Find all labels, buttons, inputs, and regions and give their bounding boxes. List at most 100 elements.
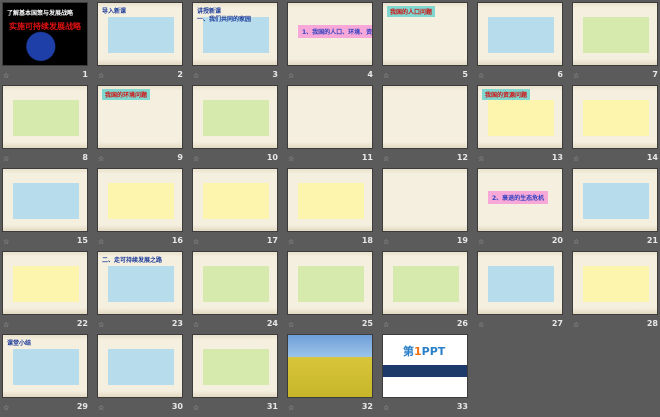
slide-cell: ☆ 7 <box>572 2 660 85</box>
slide-cell: ☆ 26 <box>382 251 477 334</box>
slide-thumbnail[interactable] <box>192 251 278 315</box>
slide-transition-star-icon[interactable]: ☆ <box>288 321 294 329</box>
slide-title: 1、我国的人口、环境、资源问题 <box>298 25 372 38</box>
slide-title: 导入新课 <box>102 8 127 15</box>
slide-thumbnail[interactable] <box>2 168 88 232</box>
slide-transition-star-icon[interactable]: ☆ <box>193 238 199 246</box>
slide-thumbnail[interactable] <box>97 168 183 232</box>
slide-sorter-grid: 了解基本国策与发展战略 实施可持续发展战略 ☆ 1 导入新课 ☆ 2 一、我们共同的家园 讲授新… <box>2 2 660 417</box>
slide-thumbnail[interactable] <box>287 168 373 232</box>
slide-number: 15 <box>76 236 88 245</box>
content-block <box>13 100 79 136</box>
slide-title: 我国的资源问题 <box>482 89 531 100</box>
slide-transition-star-icon[interactable]: ☆ <box>98 238 104 246</box>
slide-cell: ☆ 24 <box>192 251 287 334</box>
slide-cell: ☆ 15 <box>2 168 97 251</box>
slide-transition-star-icon[interactable]: ☆ <box>383 404 389 412</box>
slide-transition-star-icon[interactable]: ☆ <box>98 404 104 412</box>
slide-thumbnail[interactable]: 一、我们共同的家园 讲授新课 <box>192 2 278 66</box>
slide-transition-star-icon[interactable]: ☆ <box>478 155 484 163</box>
slide-thumbnail[interactable]: 第1PPT <box>382 334 468 398</box>
slide-number: 22 <box>76 319 88 328</box>
slide-transition-star-icon[interactable]: ☆ <box>3 404 9 412</box>
slide-thumbnail[interactable] <box>287 85 373 149</box>
slide-number: 16 <box>171 236 183 245</box>
slide-number: 24 <box>266 319 278 328</box>
slide-title: 课堂小结 <box>7 340 32 347</box>
content-block <box>393 266 459 302</box>
slide-thumbnail[interactable] <box>382 85 468 149</box>
slide-transition-star-icon[interactable]: ☆ <box>288 238 294 246</box>
slide-thumbnail[interactable] <box>2 251 88 315</box>
slide-transition-star-icon[interactable]: ☆ <box>573 155 579 163</box>
slide-thumbnail[interactable]: 2、衰退的生态危机 <box>477 168 563 232</box>
slide-number: 10 <box>266 153 278 162</box>
slide-transition-star-icon[interactable]: ☆ <box>193 72 199 80</box>
slide-thumbnail[interactable] <box>477 251 563 315</box>
slide-transition-star-icon[interactable]: ☆ <box>478 321 484 329</box>
slide-transition-star-icon[interactable]: ☆ <box>98 72 104 80</box>
slide-transition-star-icon[interactable]: ☆ <box>3 238 9 246</box>
slide-transition-star-icon[interactable]: ☆ <box>3 155 9 163</box>
slide-thumbnail[interactable] <box>382 168 468 232</box>
slide-thumbnail[interactable] <box>572 251 658 315</box>
slide-thumbnail[interactable] <box>192 334 278 398</box>
slide-thumbnail[interactable] <box>572 168 658 232</box>
content-block <box>13 266 79 302</box>
slide-title: 实施可持续发展战略 <box>9 22 81 31</box>
slide-transition-star-icon[interactable]: ☆ <box>193 404 199 412</box>
slide-transition-star-icon[interactable]: ☆ <box>288 404 294 412</box>
slide-thumbnail[interactable] <box>192 85 278 149</box>
slide-thumbnail[interactable] <box>97 334 183 398</box>
slide-transition-star-icon[interactable]: ☆ <box>383 72 389 80</box>
slide-cell: ☆ 14 <box>572 85 660 168</box>
content-block <box>298 266 364 302</box>
slide-cell: 课堂小结 ☆ 29 <box>2 334 97 417</box>
slide-transition-star-icon[interactable]: ☆ <box>383 321 389 329</box>
slide-title: 我国的环境问题 <box>102 89 151 100</box>
slide-thumbnail[interactable]: 我国的人口问题 <box>382 2 468 66</box>
slide-thumbnail[interactable] <box>2 85 88 149</box>
slide-transition-star-icon[interactable]: ☆ <box>478 238 484 246</box>
slide-transition-star-icon[interactable]: ☆ <box>478 72 484 80</box>
slide-transition-star-icon[interactable]: ☆ <box>3 321 9 329</box>
slide-thumbnail[interactable] <box>287 251 373 315</box>
slide-thumbnail[interactable]: 我国的环境问题 <box>97 85 183 149</box>
slide-thumbnail[interactable]: 我国的资源问题 <box>477 85 563 149</box>
slide-thumbnail[interactable] <box>572 2 658 66</box>
slide-thumbnail[interactable]: 课堂小结 <box>2 334 88 398</box>
slide-number: 28 <box>646 319 658 328</box>
slide-transition-star-icon[interactable]: ☆ <box>3 72 9 80</box>
slide-thumbnail[interactable]: 了解基本国策与发展战略 实施可持续发展战略 <box>2 2 88 66</box>
slide-thumbnail[interactable] <box>287 334 373 398</box>
content-block <box>488 100 554 136</box>
slide-number: 25 <box>361 319 373 328</box>
slide-transition-star-icon[interactable]: ☆ <box>288 72 294 80</box>
slide-cell: 一、我们共同的家园 讲授新课 ☆ 3 <box>192 2 287 85</box>
slide-cell: 2、衰退的生态危机 ☆ 20 <box>477 168 572 251</box>
slide-cell: ☆ 16 <box>97 168 192 251</box>
slide-cell: ☆ 11 <box>287 85 382 168</box>
slide-cell: ☆ 8 <box>2 85 97 168</box>
slide-transition-star-icon[interactable]: ☆ <box>288 155 294 163</box>
slide-transition-star-icon[interactable]: ☆ <box>98 321 104 329</box>
slide-transition-star-icon[interactable]: ☆ <box>193 155 199 163</box>
slide-transition-star-icon[interactable]: ☆ <box>383 155 389 163</box>
slide-thumbnail[interactable]: 导入新课 <box>97 2 183 66</box>
slide-thumbnail[interactable] <box>572 85 658 149</box>
slide-cell: ☆ 21 <box>572 168 660 251</box>
slide-transition-star-icon[interactable]: ☆ <box>383 238 389 246</box>
logo-text: PPT <box>421 345 446 358</box>
slide-thumbnail[interactable] <box>192 168 278 232</box>
slide-thumbnail[interactable]: 1、我国的人口、环境、资源问题 <box>287 2 373 66</box>
slide-transition-star-icon[interactable]: ☆ <box>98 155 104 163</box>
slide-transition-star-icon[interactable]: ☆ <box>193 321 199 329</box>
slide-number: 12 <box>456 153 468 162</box>
slide-transition-star-icon[interactable]: ☆ <box>573 72 579 80</box>
slide-thumbnail[interactable] <box>477 2 563 66</box>
slide-thumbnail[interactable]: 二、走可持续发展之路 <box>97 251 183 315</box>
slide-thumbnail[interactable] <box>382 251 468 315</box>
slide-transition-star-icon[interactable]: ☆ <box>573 238 579 246</box>
slide-subtitle: 了解基本国策与发展战略 <box>7 10 74 17</box>
slide-transition-star-icon[interactable]: ☆ <box>573 321 579 329</box>
